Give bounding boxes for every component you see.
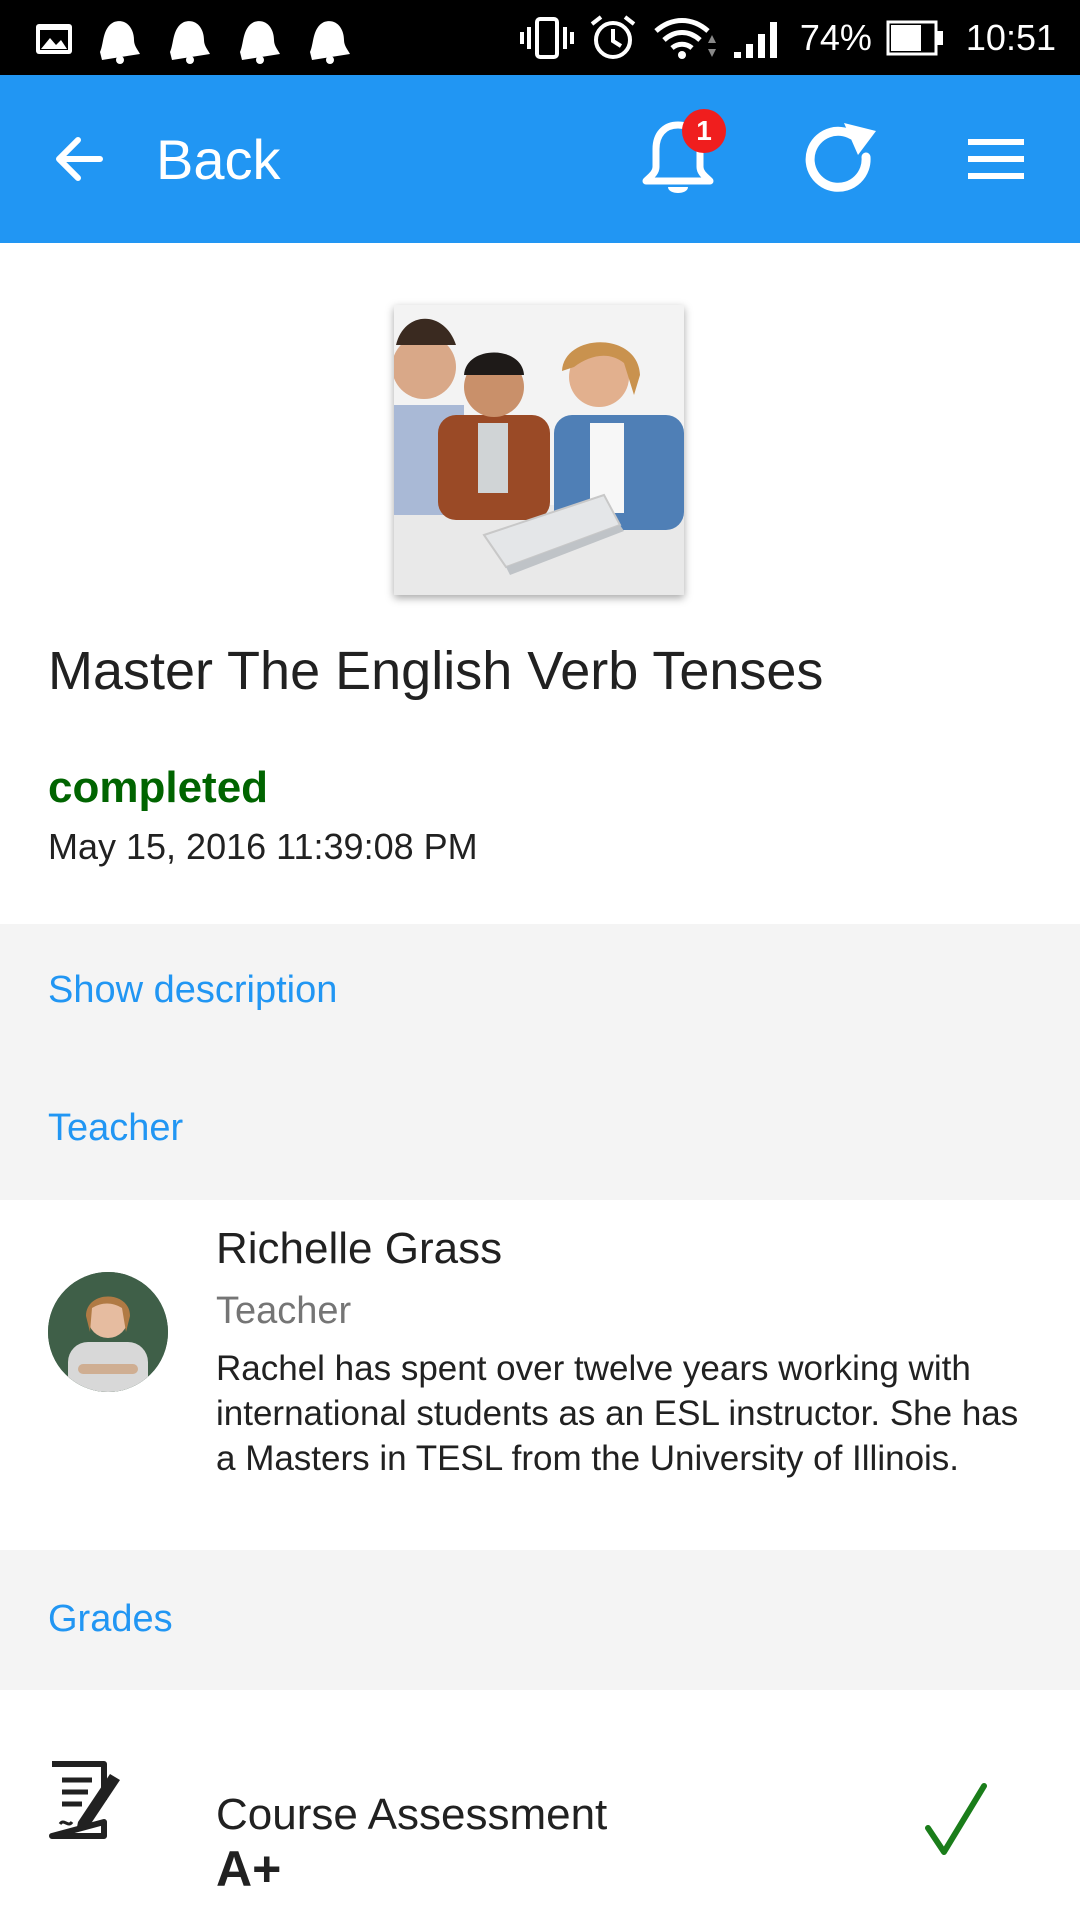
teacher-bio: Rachel has spent over twelve years worki… xyxy=(216,1349,1019,1478)
notification-bell-icon xyxy=(240,21,280,64)
completion-date: May 15, 2016 11:39:08 PM xyxy=(48,826,478,867)
back-button[interactable]: Back xyxy=(54,75,281,243)
show-description-link[interactable]: Show description xyxy=(48,969,337,1012)
hamburger-menu-icon[interactable] xyxy=(966,131,1026,187)
status-bar: 74% 10:51 xyxy=(0,0,1080,75)
notification-bell-icon xyxy=(310,21,350,64)
battery-icon xyxy=(886,20,943,55)
back-label[interactable]: Back xyxy=(156,127,281,192)
teacher-name: Richelle Grass xyxy=(216,1224,503,1273)
wifi-icon xyxy=(654,17,716,59)
menu-button[interactable] xyxy=(966,131,1026,187)
course-title: Master The English Verb Tenses xyxy=(48,641,824,701)
passed-check-icon xyxy=(924,1782,988,1872)
refresh-button[interactable] xyxy=(800,117,880,203)
teacher-avatar xyxy=(48,1272,168,1392)
assessment-icon xyxy=(48,1760,124,1840)
grades-section-header-bar: Grades xyxy=(0,1550,1080,1690)
status-bar-left xyxy=(34,14,354,64)
vibrate-icon xyxy=(519,16,574,59)
notification-bell-icon xyxy=(170,21,210,64)
clock: 10:51 xyxy=(965,16,1056,58)
grades-section-header: Grades xyxy=(48,1598,173,1640)
completion-status: completed xyxy=(48,763,269,812)
status-bar-right: 74% 10:51 xyxy=(519,0,1056,75)
description-section: Show description Teacher xyxy=(0,924,1080,1200)
course-image xyxy=(394,305,684,595)
gallery-icon xyxy=(36,24,72,54)
app-bar: Back 1 xyxy=(0,75,1080,243)
alarm-icon xyxy=(590,14,636,59)
notification-bell-icon xyxy=(100,21,140,64)
refresh-icon[interactable] xyxy=(800,117,880,203)
assessment-name: Course Assessment xyxy=(216,1790,608,1839)
notification-badge: 1 xyxy=(682,109,726,153)
teacher-section-header: Teacher xyxy=(48,1107,184,1149)
assessment-grade: A+ xyxy=(216,1841,282,1897)
signal-icon xyxy=(733,21,777,58)
teacher-role: Teacher xyxy=(216,1290,352,1332)
arrow-back-icon[interactable] xyxy=(54,136,104,182)
notifications-button[interactable]: 1 xyxy=(640,109,726,205)
battery-percent: 74% xyxy=(799,16,872,58)
